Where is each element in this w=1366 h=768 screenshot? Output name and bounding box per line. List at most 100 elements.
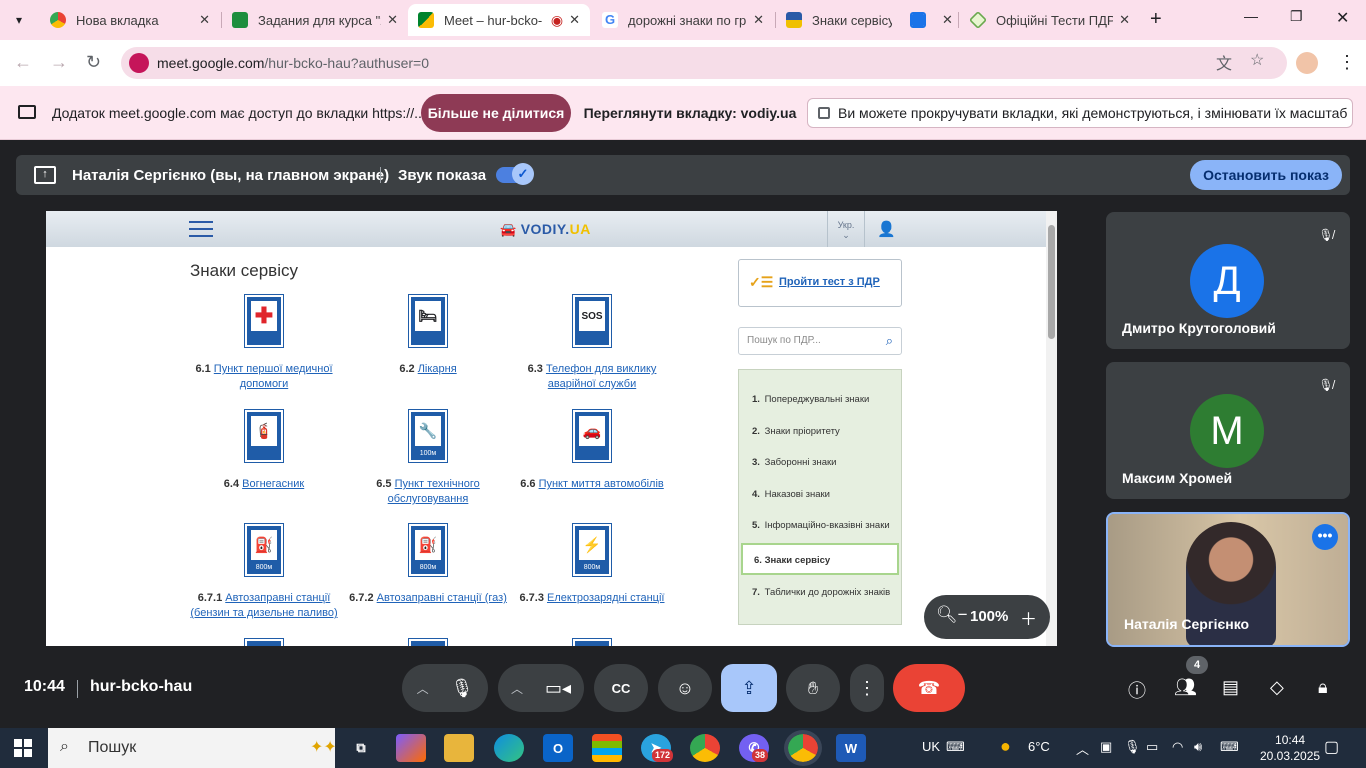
tab-classroom[interactable]: Задания для курса "2 ✕ — [222, 4, 408, 36]
take-test-link[interactable]: Пройти тест з ПДР — [779, 276, 880, 288]
battery-icon[interactable]: ▭ — [1146, 739, 1158, 755]
shared-scrollbar[interactable] — [1046, 211, 1057, 646]
close-window-icon[interactable]: ✕ — [1336, 8, 1349, 28]
stop-sharing-button[interactable]: Більше не ділитися — [421, 94, 571, 132]
sign-link[interactable]: допомоги — [240, 378, 288, 390]
chevron-up-icon[interactable]: ︿ — [417, 680, 429, 697]
menu-item-selected[interactable]: 6. Знаки сервісу — [741, 543, 899, 575]
tab-google-search[interactable]: G дорожні знаки по гр ✕ — [592, 4, 774, 36]
present-button[interactable]: ⇪ — [721, 664, 777, 712]
language-selector[interactable]: Укр. ⌄ — [827, 211, 865, 247]
camera-tray-icon[interactable]: ▣ — [1100, 739, 1112, 755]
notifications-icon[interactable]: ▢ — [1324, 737, 1339, 757]
view-shared-tab-button[interactable]: Переглянути вкладку: vodiy.ua — [582, 94, 798, 132]
sign-link[interactable]: обслуговування — [388, 493, 469, 505]
weather-temp[interactable]: 6°C — [1028, 739, 1050, 754]
tab-meet[interactable]: Meet – hur-bcko- ◉ ✕ — [408, 4, 590, 36]
word-icon[interactable]: W — [836, 734, 866, 762]
chrome-icon[interactable] — [690, 734, 720, 762]
sign-link[interactable]: Автозаправні станції (газ) — [377, 592, 507, 604]
sign-link[interactable]: Лікарня — [418, 363, 457, 375]
participant-tile[interactable]: М Максим Хромей 🎙︎̸ — [1106, 362, 1350, 499]
menu-item[interactable]: 5. Інформаційно-вказівні знаки — [752, 520, 890, 531]
people-icon[interactable]: 👥︎ — [1174, 677, 1197, 698]
translate-icon[interactable]: 文 — [1216, 50, 1232, 74]
sign-6-7-3[interactable]: ⚡ 800м — [572, 523, 612, 577]
zoom-in-icon[interactable]: ＋ — [1020, 605, 1037, 630]
pdr-search-input[interactable]: Пошук по ПДР... ⌕ — [738, 327, 902, 355]
tab-pdr-tests[interactable]: Офіційні Тести ПДР ✕ — [960, 4, 1140, 36]
sign-link[interactable]: Вогнегасник — [242, 478, 304, 490]
search-icon[interactable]: ⌕ — [886, 333, 893, 349]
stop-presenting-button[interactable]: Остановить показ — [1190, 160, 1342, 190]
sign-link[interactable]: Пункт технічного — [395, 478, 480, 490]
leave-call-button[interactable]: ☎ — [893, 664, 965, 712]
sound-toggle[interactable]: ✓ — [496, 163, 534, 185]
shared-screen[interactable]: 🚘 VODIY.UA Укр. ⌄ 👤 Знаки сервісу ✚ 6.1 Пу… — [46, 211, 1057, 646]
take-test-button[interactable]: ✓☰ Пройти тест з ПДР — [738, 259, 902, 307]
participant-tile[interactable]: Д Дмитро Крутоголовий 🎙︎̸ — [1106, 212, 1350, 349]
sign-6-3[interactable]: SOS — [572, 294, 612, 348]
sign-6-2[interactable]: 🛏 — [408, 294, 448, 348]
wifi-icon[interactable]: ◠ — [1172, 739, 1183, 755]
input-icon[interactable]: ⌨ — [1220, 739, 1239, 755]
site-info-icon[interactable] — [129, 53, 149, 73]
keyboard-language[interactable]: UK — [922, 739, 940, 754]
reload-icon[interactable]: ↻ — [86, 52, 101, 73]
task-view-icon[interactable]: ⧉ — [346, 734, 376, 762]
new-tab-button[interactable]: + — [1150, 8, 1162, 31]
sign-6-5[interactable]: 🔧 100м — [408, 409, 448, 463]
activities-icon[interactable]: ◇ — [1270, 677, 1284, 698]
close-icon[interactable]: ✕ — [1119, 12, 1130, 28]
restore-icon[interactable]: ❐ — [1290, 8, 1303, 25]
user-icon[interactable]: 👤 — [877, 220, 896, 238]
minimize-icon[interactable]: — — [1244, 8, 1258, 24]
sign-link[interactable]: Телефон для виклику — [546, 363, 656, 375]
vodiy-logo[interactable]: 🚘 VODIY.UA — [500, 221, 591, 238]
camera-button[interactable]: ︿ ▭◂ — [498, 664, 584, 712]
menu-item[interactable]: 1. Попереджувальні знаки — [752, 394, 869, 405]
close-icon[interactable]: ✕ — [753, 12, 764, 28]
sign-6-1[interactable]: ✚ — [244, 294, 284, 348]
keyboard-icon[interactable]: ⌨ — [946, 739, 965, 755]
zoom-out-icon[interactable]: 🔍︎− — [936, 605, 968, 625]
sign-6-7-1[interactable]: ⛽ 800м — [244, 523, 284, 577]
self-video-tile[interactable]: ••• Наталія Сергієнко — [1106, 512, 1350, 647]
chrome-active-icon[interactable] — [784, 730, 822, 766]
taskbar-search[interactable]: ⌕ Пошук ✦✦ — [48, 728, 337, 768]
taskbar-clock[interactable]: 10:44 20.03.2025 — [1260, 732, 1320, 764]
more-options-icon[interactable]: ••• — [1312, 524, 1338, 550]
mic-tray-icon[interactable]: 🎙︎ — [1124, 739, 1141, 755]
volume-icon[interactable]: 🔊︎ — [1194, 739, 1202, 755]
file-explorer-icon[interactable] — [444, 734, 474, 762]
close-icon[interactable]: ✕ — [387, 12, 398, 28]
close-icon[interactable]: ✕ — [199, 12, 210, 28]
mic-button[interactable]: ︿ 🎙︎ — [402, 664, 488, 712]
browser-menu-icon[interactable]: ⋮ — [1338, 52, 1356, 73]
menu-item[interactable]: 7. Таблички до дорожніх знаків — [752, 587, 890, 598]
chevron-up-icon[interactable]: ︿ — [1076, 739, 1089, 758]
more-options-button[interactable]: ⋮ — [850, 664, 884, 712]
windows-start-icon[interactable] — [14, 739, 32, 757]
chat-icon[interactable]: ▤ — [1222, 677, 1239, 698]
info-icon[interactable]: ⓘ — [1128, 677, 1146, 703]
store-icon[interactable] — [592, 734, 622, 762]
scroll-thumb[interactable] — [1048, 225, 1055, 339]
sign-link[interactable]: Пункт першої медичної — [214, 363, 333, 375]
forward-icon[interactable]: → — [50, 52, 68, 73]
sign-link[interactable]: Автозаправні станції — [225, 592, 330, 604]
captions-button[interactable]: CC — [594, 664, 648, 712]
raise-hand-button[interactable]: ✋︎ — [786, 664, 840, 712]
sign-6-6[interactable]: 🚗 — [572, 409, 612, 463]
chevron-up-icon[interactable]: ︿ — [511, 680, 523, 697]
sign-6-7-2[interactable]: ⛽ 800м — [408, 523, 448, 577]
tab-new[interactable]: Нова вкладка ✕ — [40, 4, 220, 36]
profile-avatar[interactable] — [1296, 52, 1318, 74]
menu-item[interactable]: 4. Наказові знаки — [752, 489, 830, 500]
tab-vodiy[interactable]: Знаки сервісу — [776, 4, 902, 36]
sign-link[interactable]: аварійної служби — [548, 378, 636, 390]
sign-link[interactable]: (бензин та дизельне паливо) — [190, 607, 337, 619]
emoji-button[interactable]: ☺ — [658, 664, 712, 712]
bookmark-star-icon[interactable]: ☆ — [1250, 50, 1264, 70]
sign-6-4[interactable]: 🧯 — [244, 409, 284, 463]
